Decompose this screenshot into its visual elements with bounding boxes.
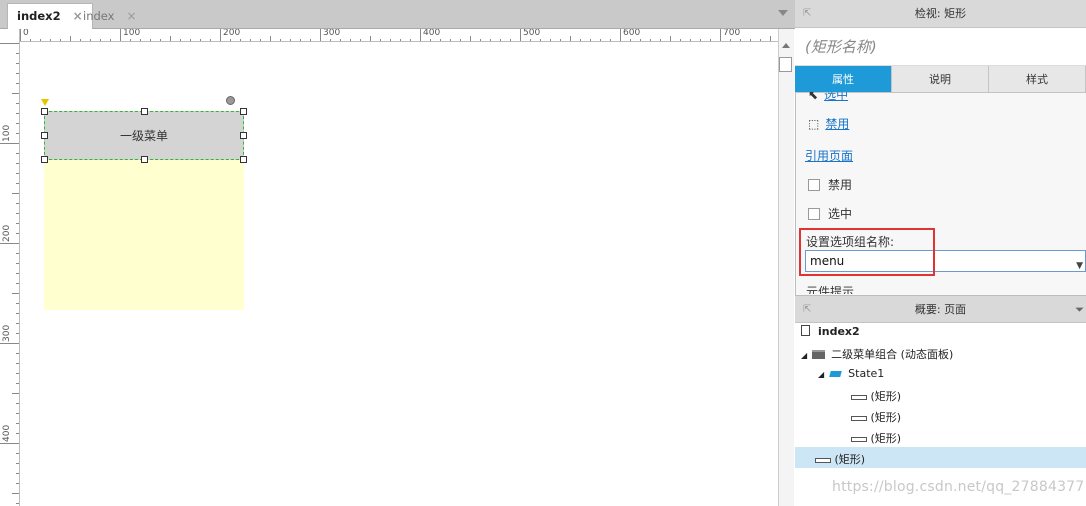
ruler-label: 500	[523, 29, 541, 38]
widget-label: 一级菜单	[119, 129, 168, 143]
resize-handle[interactable]	[41, 156, 48, 163]
widget-name-input[interactable]: (矩形名称)	[805, 36, 877, 57]
resize-handle[interactable]	[141, 156, 148, 163]
ruler-label: 600	[623, 29, 641, 38]
rectangle-icon	[851, 415, 867, 421]
rectangle-icon	[815, 457, 831, 463]
interaction-label[interactable]: 禁用	[825, 117, 849, 131]
resize-handle[interactable]	[141, 108, 148, 115]
pin-icon[interactable]: ⇱	[803, 296, 811, 324]
anchor-marker-icon	[41, 99, 49, 106]
tab-index[interactable]: index ×	[74, 3, 146, 29]
page-icon	[801, 325, 810, 336]
ruler-label: 400	[2, 424, 12, 442]
selected-rectangle-widget[interactable]: 一级菜单	[44, 111, 244, 160]
state-icon	[829, 371, 842, 377]
scrollbar-thumb[interactable]	[779, 57, 792, 72]
outline-item-dynamic-panel[interactable]: ◢ 二级菜单组合 (动态面板)	[801, 346, 953, 362]
dynamic-panel-area[interactable]	[44, 160, 244, 310]
tab-label: index	[83, 8, 115, 23]
reference-page-link[interactable]: 引用页面	[805, 147, 853, 164]
filter-icon[interactable]: ⏷	[1075, 296, 1084, 324]
tab-properties[interactable]: 属性	[795, 66, 892, 92]
outline-header: ⇱ 概要: 页面 ⏷	[795, 295, 1086, 323]
expand-icon[interactable]: ◢	[818, 370, 824, 379]
interaction-disabled[interactable]: ⬚ 禁用	[808, 115, 849, 132]
disabled-checkbox[interactable]	[808, 178, 820, 191]
canvas-scrollbar[interactable]	[778, 29, 794, 506]
selected-checkbox[interactable]	[808, 207, 820, 220]
resize-handle[interactable]	[41, 132, 48, 139]
outline-label: (矩形)	[870, 390, 902, 403]
tab-style[interactable]: 样式	[989, 66, 1086, 92]
outline-item-page[interactable]: index2	[801, 325, 860, 338]
outline-item-rectangle[interactable]: (矩形)	[851, 409, 901, 425]
scroll-up-icon[interactable]	[782, 43, 790, 48]
outline-label: (矩形)	[870, 432, 902, 445]
dynamic-panel-icon	[812, 350, 826, 359]
highlight-box	[799, 228, 935, 276]
horizontal-ruler: 0 100 200 300 400 500 600 700	[20, 29, 778, 42]
close-icon[interactable]: ×	[126, 4, 136, 29]
resize-handle[interactable]	[240, 108, 247, 115]
expand-icon[interactable]: ◢	[801, 351, 807, 360]
tooltip-section: 元件提示	[806, 285, 1086, 294]
inspector-header: ⇱ 检视: 矩形	[795, 0, 1086, 28]
chevron-down-icon[interactable]: ▼	[1076, 256, 1083, 276]
outline-label: index2	[818, 325, 860, 338]
ruler-label: 200	[2, 224, 12, 242]
ruler-label: 200	[223, 29, 241, 38]
resize-handle[interactable]	[41, 108, 48, 115]
checkbox-label: 禁用	[828, 178, 853, 192]
vertical-ruler: 100 200 300 400	[0, 29, 20, 506]
outline-label: (矩形)	[870, 411, 902, 424]
watermark: https://blog.csdn.net/qq_27884377	[832, 479, 1085, 495]
outline-item-rectangle-selected[interactable]: (矩形)	[815, 451, 865, 467]
ruler-label: 400	[423, 29, 441, 38]
pin-icon[interactable]: ⇱	[803, 0, 811, 28]
selected-checkbox-row[interactable]: 选中	[808, 205, 852, 222]
ruler-label: 300	[2, 324, 12, 342]
ruler-label: 100	[123, 29, 141, 38]
interaction-label[interactable]: 选中	[824, 92, 848, 102]
outline-title: 概要: 页面	[914, 303, 967, 316]
ruler-label: 0	[23, 29, 29, 38]
chevron-down-icon[interactable]	[778, 10, 788, 16]
resize-handle[interactable]	[240, 132, 247, 139]
outline-label: (矩形)	[834, 453, 866, 466]
disabled-checkbox-row[interactable]: 禁用	[808, 176, 852, 193]
outline-item-state[interactable]: ◢ State1	[818, 367, 884, 380]
rectangle-icon	[851, 394, 867, 400]
outline-label: 二级菜单组合 (动态面板)	[831, 348, 954, 361]
tab-label: index2	[17, 9, 61, 23]
outline-item-rectangle[interactable]: (矩形)	[851, 388, 901, 404]
rectangle-icon	[851, 436, 867, 442]
inspector-title: 检视: 矩形	[914, 7, 967, 20]
tooltip-label: 元件提示	[806, 285, 855, 294]
ruler-label: 100	[2, 124, 12, 142]
outline-label: State1	[848, 367, 885, 380]
outline-item-rectangle[interactable]: (矩形)	[851, 430, 901, 446]
ruler-label: 300	[323, 29, 341, 38]
tab-notes[interactable]: 说明	[892, 66, 989, 92]
cursor-icon: ⬉	[808, 92, 819, 102]
interaction-selected[interactable]: ⬉ 选中	[808, 92, 1086, 106]
checkbox-label: 选中	[828, 207, 853, 221]
rotate-handle[interactable]	[226, 96, 235, 105]
ruler-label: 700	[723, 29, 741, 38]
resize-handle[interactable]	[240, 156, 247, 163]
disabled-cursor-icon: ⬚	[808, 117, 820, 131]
inspector-tabs: 属性 说明 样式	[795, 66, 1086, 93]
